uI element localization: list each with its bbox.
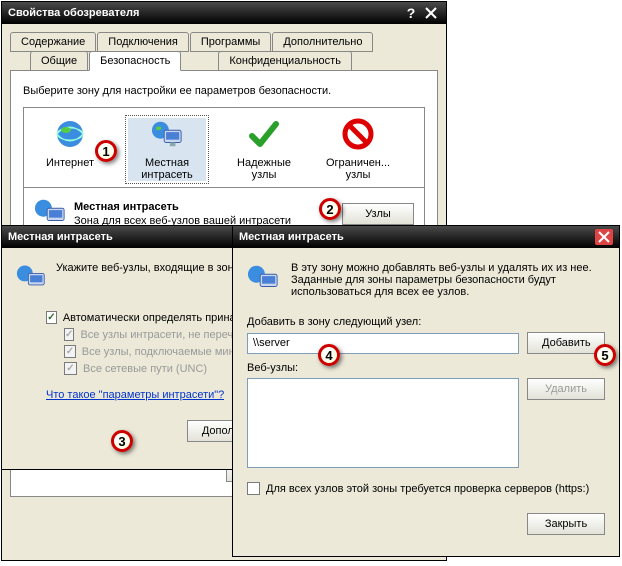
titlebar[interactable]: Местная интрасеть [233, 226, 619, 248]
zone-restricted[interactable]: Ограничен... узлы [322, 118, 394, 181]
checkbox-icon [64, 345, 76, 358]
local-intranet-advanced-window: Местная интрасеть В эту зону можно добав… [232, 225, 620, 557]
websites-listbox[interactable] [247, 378, 519, 468]
zone-label: Местная интрасеть [128, 157, 206, 181]
checkbox-icon [247, 482, 260, 495]
require-https-checkbox[interactable]: Для всех узлов этой зоны требуется прове… [247, 482, 605, 495]
tab-connections[interactable]: Подключения [97, 32, 189, 52]
close-icon[interactable] [595, 229, 613, 245]
remove-button: Удалить [527, 378, 605, 400]
callout-2: 2 [319, 198, 341, 220]
zone-name: Местная интрасеть [74, 201, 334, 213]
zone-trusted[interactable]: Надежные узлы [228, 118, 300, 181]
tab-advanced[interactable]: Дополнительно [272, 32, 373, 52]
callout-4: 4 [318, 344, 340, 366]
checkbox-icon [64, 328, 74, 341]
zone-label: Надежные узлы [228, 157, 300, 181]
window-title: Местная интрасеть [239, 231, 593, 243]
zones-label: Выберите зону для настройки ее параметро… [23, 85, 425, 97]
add-label: Добавить в зону следующий узел: [247, 316, 605, 328]
zone-label: Интернет [46, 157, 94, 169]
close-icon[interactable] [422, 5, 440, 21]
tab-programs[interactable]: Программы [190, 32, 271, 52]
no-entry-icon [342, 118, 374, 153]
zone-intranet[interactable]: Местная интрасеть [128, 118, 206, 181]
checkbox-icon [46, 311, 57, 324]
intranet-settings-link[interactable]: Что такое "параметры интрасети"? [46, 389, 224, 401]
tab-privacy[interactable]: Конфиденциальность [218, 51, 352, 71]
sites-button[interactable]: Узлы [342, 203, 414, 225]
check-icon [248, 118, 280, 153]
checkbox-label: Все сетевые пути (UNC) [83, 363, 207, 375]
zones-list: Интернет Местная интрасеть Надежные узлы [23, 107, 425, 188]
add-button[interactable]: Добавить [527, 332, 605, 354]
callout-3: 3 [111, 430, 133, 452]
globe-monitor-icon [151, 118, 183, 153]
tab-security[interactable]: Безопасность [89, 51, 181, 71]
tab-general[interactable]: Общие [30, 51, 88, 71]
tab-content[interactable]: Содержание [10, 32, 96, 52]
zone-label: Ограничен... узлы [322, 157, 394, 181]
callout-1: 1 [95, 140, 117, 162]
website-input[interactable] [247, 333, 519, 354]
close-button[interactable]: Закрыть [527, 513, 605, 535]
titlebar[interactable]: Свойства обозревателя ? [2, 2, 446, 24]
dialog-description: В эту зону можно добавлять веб-узлы и уд… [291, 262, 605, 298]
checkbox-label: Для всех узлов этой зоны требуется прове… [266, 483, 589, 495]
globe-icon [54, 118, 86, 153]
checkbox-icon [64, 362, 77, 375]
list-label: Веб-узлы: [247, 362, 605, 374]
globe-monitor-icon [247, 262, 279, 297]
help-icon[interactable]: ? [402, 5, 420, 21]
callout-5: 5 [594, 344, 616, 366]
window-title: Свойства обозревателя [8, 7, 400, 19]
globe-monitor-icon [16, 262, 46, 295]
